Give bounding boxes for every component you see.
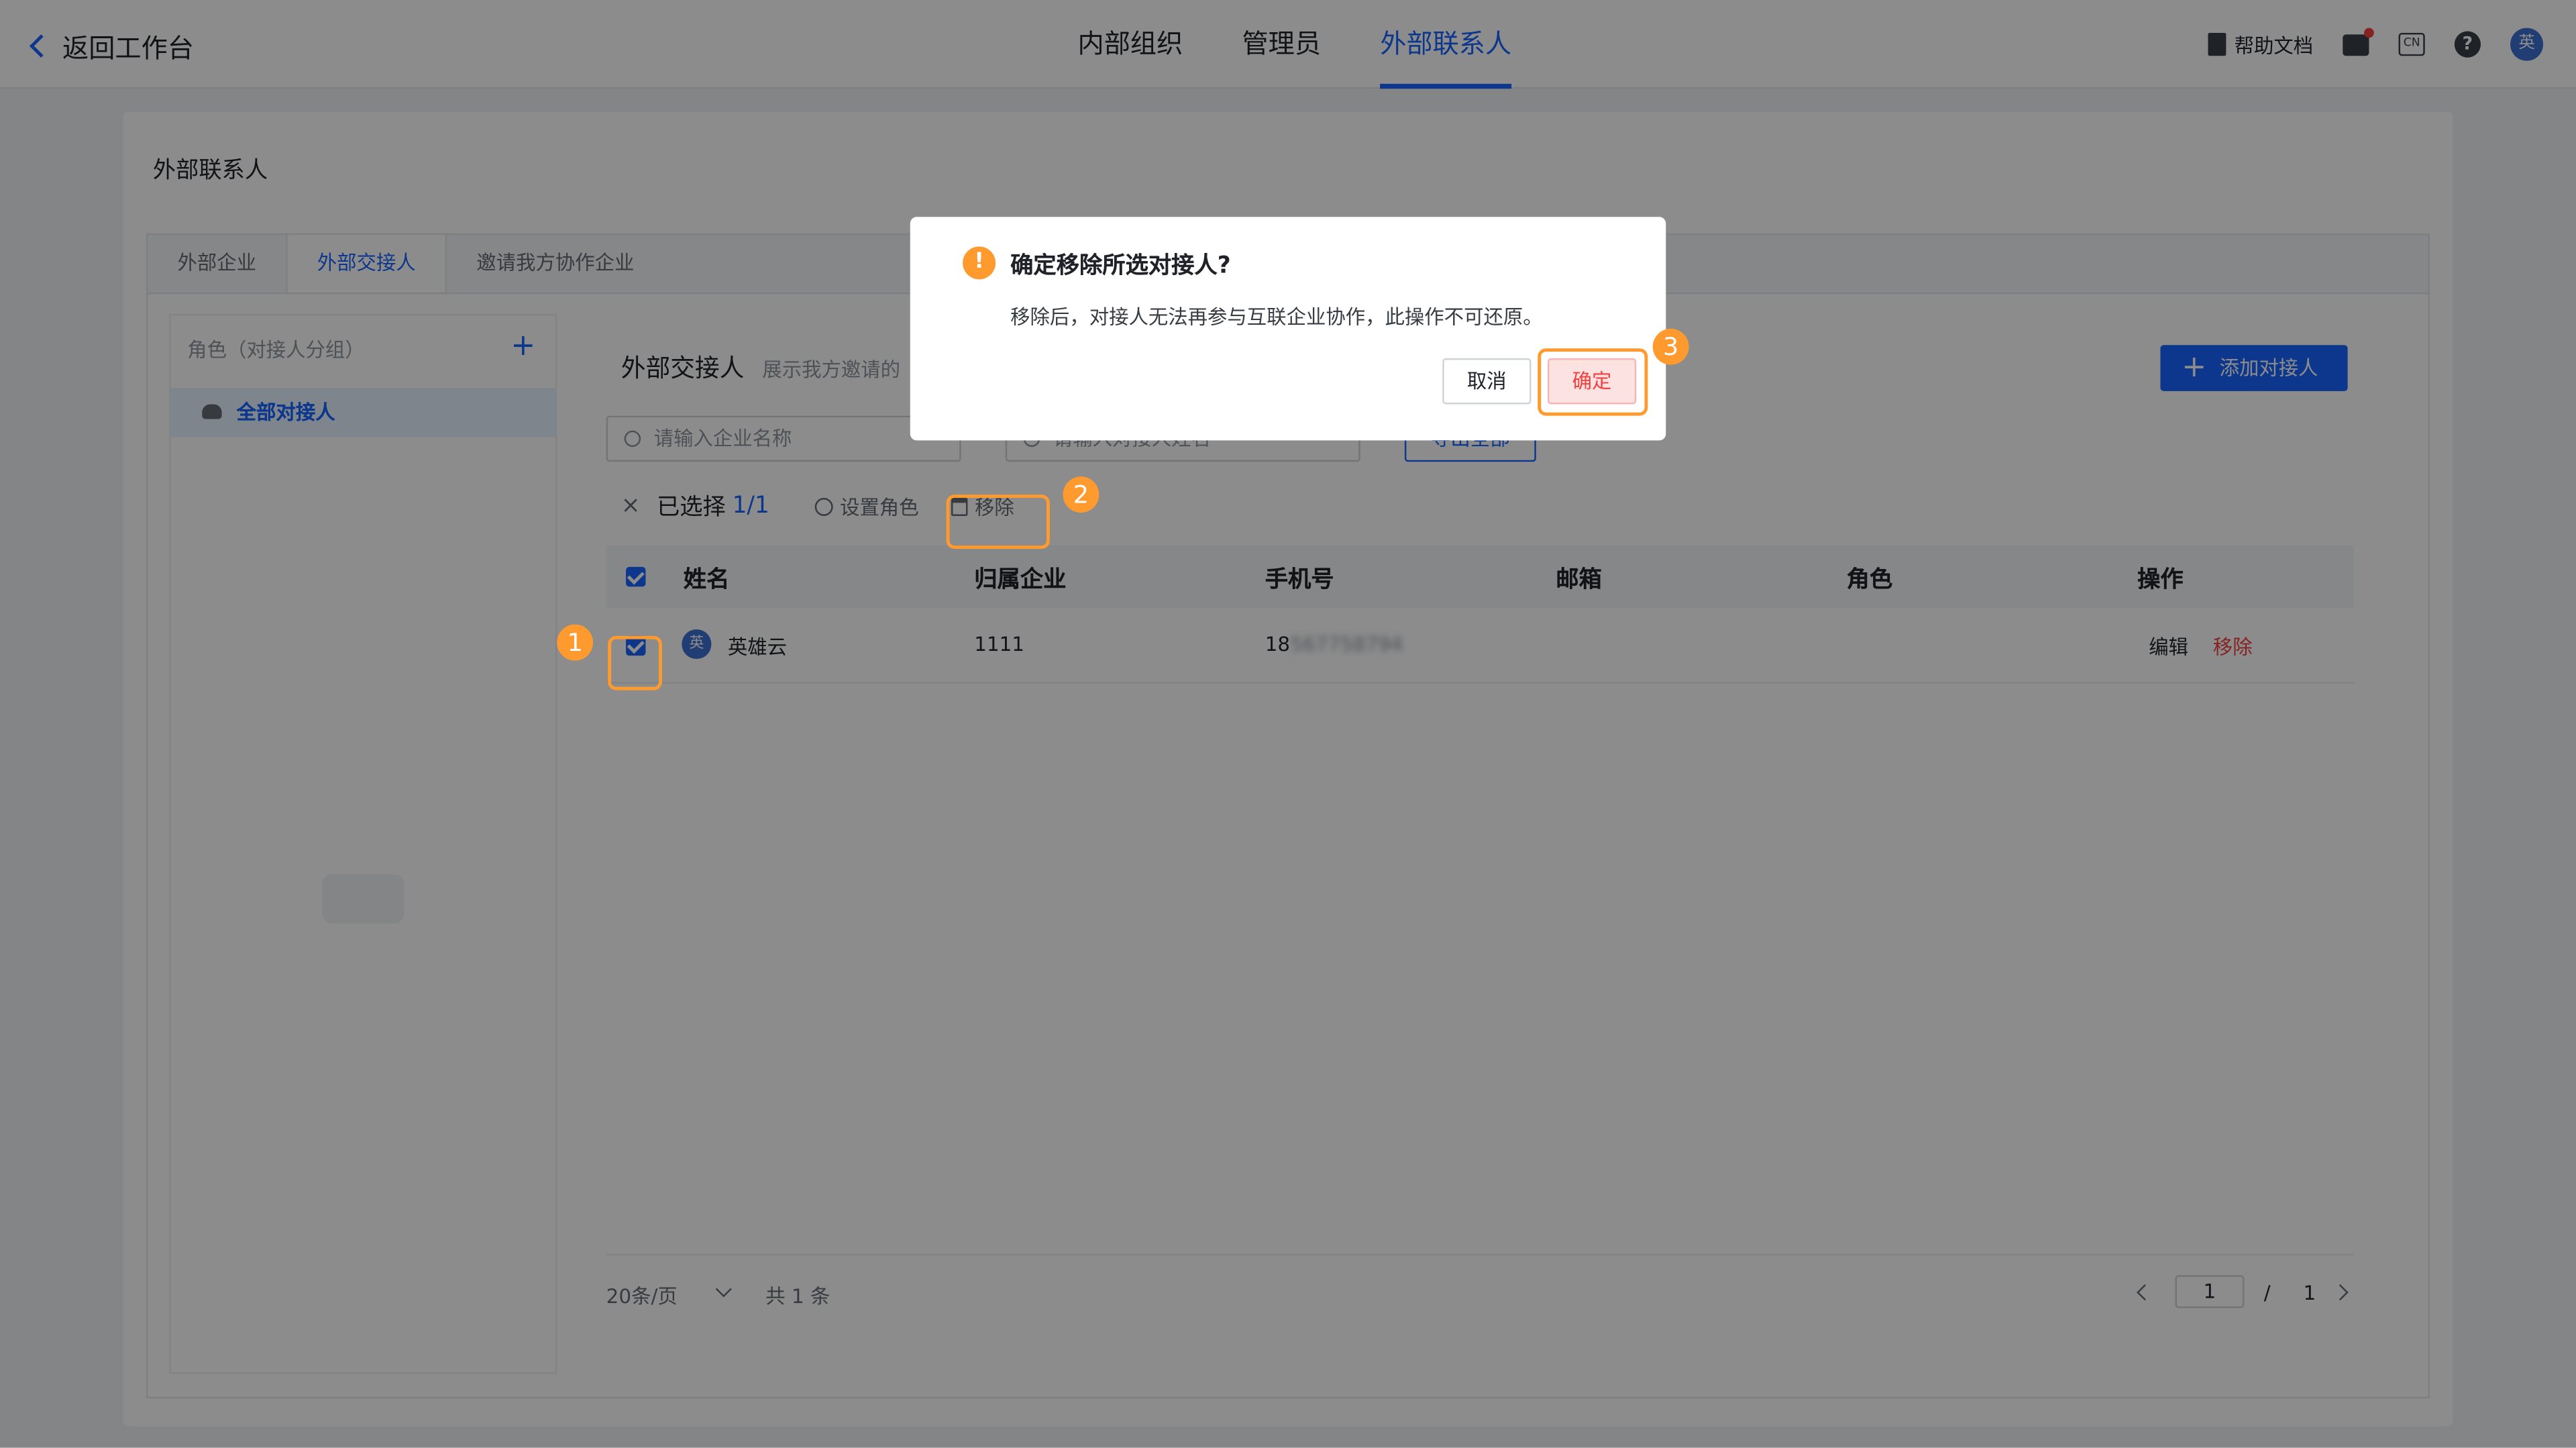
dialog-title: 确定移除所选对接人? [1010, 253, 1231, 280]
dialog-message: 移除后，对接人无法再参与互联企业协作，此操作不可还原。 [1010, 305, 1543, 329]
annotation-badge-3: 3 [1652, 328, 1689, 365]
annotation-box-2 [946, 495, 1050, 549]
screen: 返回工作台 内部组织 管理员 外部联系人 帮助文档 CN ? 英 外部联系人 外… [0, 0, 2576, 1448]
annotation-box-1 [608, 635, 662, 690]
warning-icon: ! [963, 246, 996, 280]
annotation-box-3 [1538, 348, 1648, 416]
annotation-badge-2: 2 [1063, 476, 1099, 513]
cancel-button[interactable]: 取消 [1442, 358, 1532, 405]
annotation-badge-1: 1 [557, 624, 594, 661]
